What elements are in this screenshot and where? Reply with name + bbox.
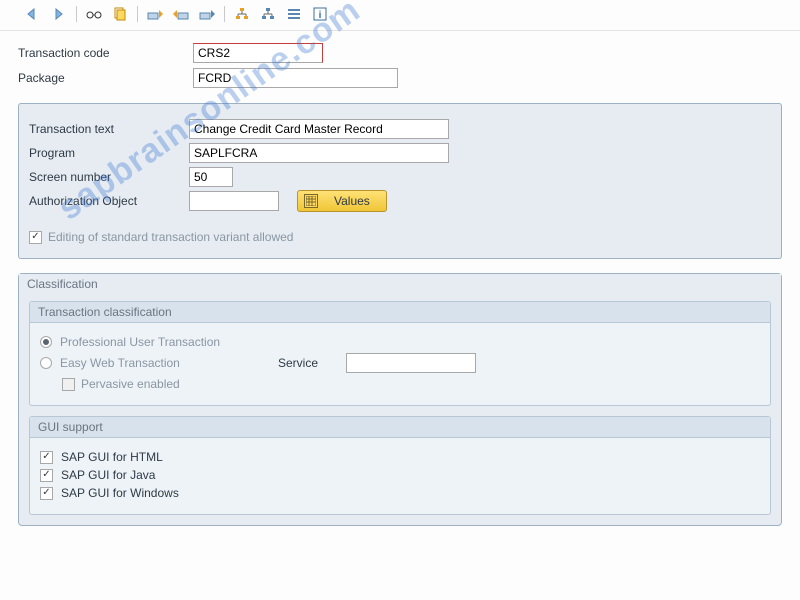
info-icon[interactable]: i [309,4,331,24]
service-field[interactable] [346,353,476,373]
transaction-classification-group: Transaction classification Professional … [29,301,771,406]
tcode-label: Transaction code [18,46,193,60]
program-label: Program [29,146,189,160]
hierarchy-icon[interactable] [231,4,253,24]
gui-support-title: GUI support [30,417,770,438]
program-field[interactable] [189,143,449,163]
transaction-classification-title: Transaction classification [30,302,770,323]
transaction-text-field[interactable] [189,119,449,139]
transaction-details-panel: Transaction text Program Screen number A… [18,103,782,259]
gui-html-label: SAP GUI for HTML [61,450,163,464]
screen-number-field[interactable] [189,167,233,187]
authorization-object-label: Authorization Object [29,194,189,208]
hierarchy2-icon[interactable] [257,4,279,24]
transport-icon[interactable] [196,4,218,24]
classification-title: Classification [19,274,781,297]
gui-html-checkbox[interactable] [40,451,53,464]
professional-user-label: Professional User Transaction [60,335,220,349]
edit-variant-label: Editing of standard transaction variant … [48,230,293,244]
list-icon[interactable] [283,4,305,24]
main-content: Transaction code Package Transaction tex… [0,31,800,544]
gui-support-group: GUI support SAP GUI for HTML SAP GUI for… [29,416,771,515]
classification-panel: Classification Transaction classificatio… [18,273,782,526]
pervasive-label: Pervasive enabled [81,377,180,391]
transaction-text-label: Transaction text [29,122,189,136]
easy-web-label: Easy Web Transaction [60,356,270,370]
package-field[interactable] [193,68,398,88]
gui-java-label: SAP GUI for Java [61,468,155,482]
screen-number-label: Screen number [29,170,189,184]
values-button-label: Values [334,194,370,208]
professional-user-radio[interactable] [40,336,52,348]
authorization-object-field[interactable] [189,191,279,211]
svg-text:i: i [319,10,322,21]
easy-web-radio[interactable] [40,357,52,369]
gui-java-checkbox[interactable] [40,469,53,482]
pervasive-checkbox[interactable] [62,378,75,391]
edit-variant-checkbox[interactable] [29,231,42,244]
back-icon[interactable] [22,4,44,24]
gui-windows-label: SAP GUI for Windows [61,486,179,500]
transport-out-icon[interactable] [170,4,192,24]
glasses-icon[interactable] [83,4,105,24]
package-label: Package [18,71,193,85]
gui-windows-checkbox[interactable] [40,487,53,500]
transport-in-icon[interactable] [144,4,166,24]
application-toolbar: i [0,0,800,31]
table-icon [304,194,318,208]
tcode-field[interactable] [193,43,323,63]
toolbar-separator [137,6,138,22]
values-button[interactable]: Values [297,190,387,212]
service-label: Service [278,356,338,370]
toolbar-separator [76,6,77,22]
forward-icon[interactable] [48,4,70,24]
toolbar-separator [224,6,225,22]
copy-icon[interactable] [109,4,131,24]
